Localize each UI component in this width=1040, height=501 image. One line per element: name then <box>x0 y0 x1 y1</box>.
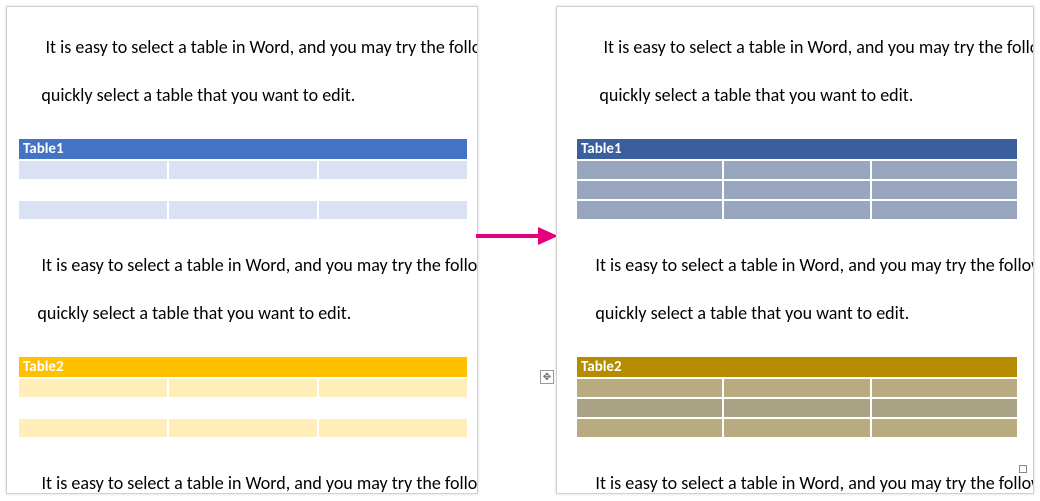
table-cell[interactable] <box>18 418 168 438</box>
table-cell[interactable] <box>723 200 870 220</box>
paragraph-text: It is easy to select a table in Word, an… <box>17 11 477 131</box>
table-cell[interactable] <box>168 200 318 220</box>
paragraph-text: It is easy to select a table in Word, an… <box>13 229 477 349</box>
paragraph-text: It is easy to select a table in Word, an… <box>575 11 1033 131</box>
table-cell[interactable] <box>168 160 318 180</box>
comparison-canvas: It is easy to select a table in Word, an… <box>0 0 1040 501</box>
para-line1: It is easy to select a table in Word, an… <box>37 472 477 494</box>
table-cell[interactable] <box>871 200 1018 220</box>
table-cell[interactable] <box>871 378 1018 398</box>
para-line1: It is easy to select a table in Word, an… <box>595 472 1033 494</box>
table-cell[interactable] <box>18 398 168 418</box>
table-1-title: Table1 <box>581 140 622 158</box>
table-cell[interactable] <box>871 180 1018 200</box>
table-cell[interactable] <box>18 180 168 200</box>
table-cell[interactable] <box>576 160 723 180</box>
table-cell[interactable] <box>723 418 870 438</box>
table-cell[interactable] <box>18 378 168 398</box>
table-cell[interactable] <box>318 398 468 418</box>
table-cell[interactable] <box>871 398 1018 418</box>
para-line1: It is easy to select a table in Word, an… <box>41 36 477 58</box>
paragraph-text: It is easy to select a table in Word, an… <box>13 447 477 494</box>
table-cell[interactable] <box>318 180 468 200</box>
table-1-header[interactable]: Table1 <box>18 138 468 160</box>
para-line2: quickly select a table that you want to … <box>599 84 913 106</box>
para-line1: It is easy to select a table in Word, an… <box>599 36 1033 58</box>
table-1[interactable]: Table1 <box>17 137 469 221</box>
document-page-left: It is easy to select a table in Word, an… <box>6 6 478 494</box>
table-resize-handle-icon[interactable] <box>1019 465 1027 473</box>
table-cell[interactable] <box>168 378 318 398</box>
table-2-title: Table2 <box>23 358 64 376</box>
table-2-header[interactable]: Table2 <box>576 356 1018 378</box>
table-cell[interactable] <box>576 378 723 398</box>
table-2-selected[interactable]: Table2 <box>575 355 1019 439</box>
table-cell[interactable] <box>18 160 168 180</box>
table-cell[interactable] <box>318 418 468 438</box>
table-cell[interactable] <box>576 180 723 200</box>
paragraph-text: It is easy to select a table in Word, an… <box>571 447 1033 494</box>
para-line1: It is easy to select a table in Word, an… <box>37 254 477 276</box>
table-move-handle-icon[interactable]: ✥ <box>540 370 554 384</box>
table-1-header[interactable]: Table1 <box>576 138 1018 160</box>
table-cell[interactable] <box>318 160 468 180</box>
table-cell[interactable] <box>576 398 723 418</box>
table-2[interactable]: Table2 <box>17 355 469 439</box>
table-cell[interactable] <box>723 398 870 418</box>
table-cell[interactable] <box>168 398 318 418</box>
paragraph-text: It is easy to select a table in Word, an… <box>571 229 1033 349</box>
para-line2: quickly select a table that you want to … <box>595 302 909 324</box>
table-cell[interactable] <box>168 418 318 438</box>
table-cell[interactable] <box>318 200 468 220</box>
arrow-icon <box>476 225 558 247</box>
move-handle-glyph: ✥ <box>543 370 551 383</box>
table-2-header[interactable]: Table2 <box>18 356 468 378</box>
para-line1: It is easy to select a table in Word, an… <box>595 254 1033 276</box>
table-cell[interactable] <box>168 180 318 200</box>
document-page-right: It is easy to select a table in Word, an… <box>556 6 1034 494</box>
table-cell[interactable] <box>723 378 870 398</box>
table-cell[interactable] <box>871 418 1018 438</box>
table-cell[interactable] <box>871 160 1018 180</box>
table-cell[interactable] <box>576 200 723 220</box>
table-1-selected[interactable]: Table1 <box>575 137 1019 221</box>
table-cell[interactable] <box>576 418 723 438</box>
table-cell[interactable] <box>318 378 468 398</box>
para-line2: quickly select a table that you want to … <box>37 302 351 324</box>
table-1-title: Table1 <box>23 140 64 158</box>
table-cell[interactable] <box>18 200 168 220</box>
para-line2: quickly select a table that you want to … <box>41 84 355 106</box>
table-cell[interactable] <box>723 180 870 200</box>
table-2-title: Table2 <box>581 358 622 376</box>
table-cell[interactable] <box>723 160 870 180</box>
